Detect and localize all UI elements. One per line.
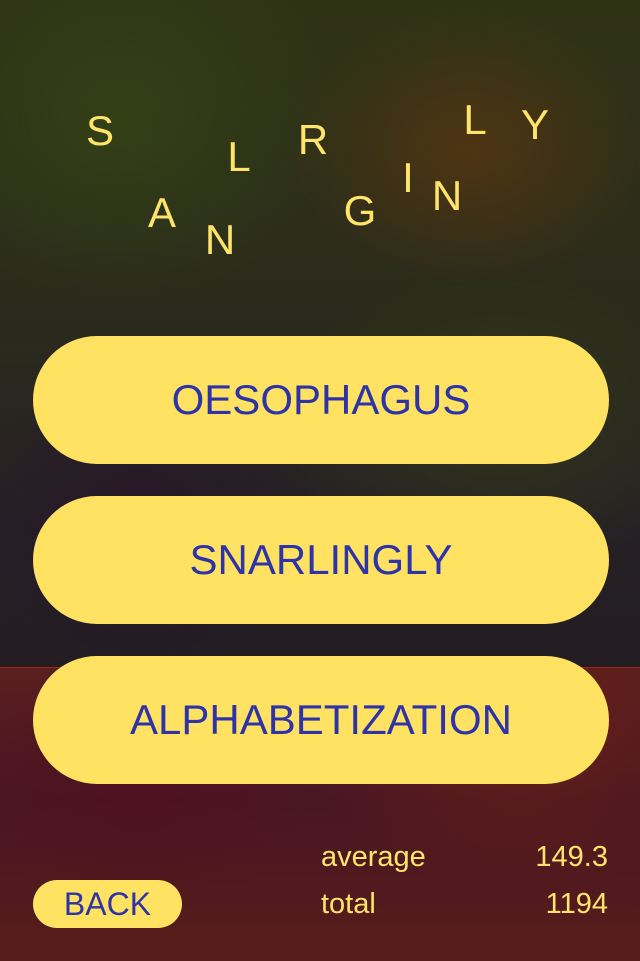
scrambled-letter: L	[227, 133, 251, 180]
back-button[interactable]: BACK	[33, 880, 182, 928]
scrambled-letter: I	[402, 154, 414, 201]
scrambled-letter: N	[431, 172, 463, 219]
scrambled-letter: S	[85, 107, 115, 154]
scrambled-letter: G	[343, 187, 377, 234]
average-value: 149.3	[535, 841, 608, 873]
total-label: total	[321, 888, 376, 920]
scrambled-letter: A	[147, 189, 177, 236]
scrambled-letter: N	[204, 216, 236, 263]
scrambled-letter: L	[463, 96, 487, 143]
answer-choice-oesophagus[interactable]: OESOPHAGUS	[33, 336, 609, 464]
scrambled-letter: Y	[520, 101, 550, 148]
average-label: average	[321, 841, 426, 873]
answer-choice-snarlingly[interactable]: SNARLINGLY	[33, 496, 609, 624]
answer-choice-alphabetization[interactable]: ALPHABETIZATION	[33, 656, 609, 784]
scrambled-letter: R	[297, 116, 329, 163]
total-value: 1194	[545, 888, 608, 920]
